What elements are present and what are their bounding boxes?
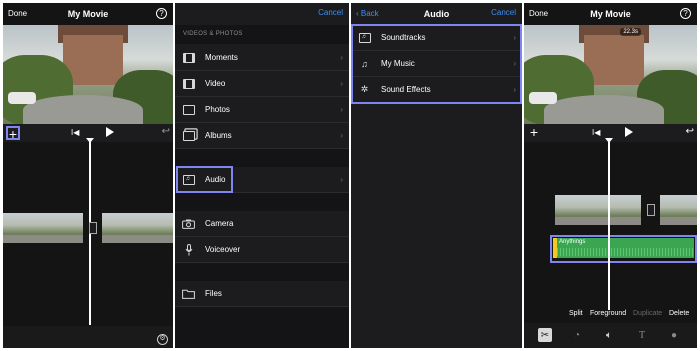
album-icon xyxy=(182,130,195,141)
audio-highlight xyxy=(176,166,233,193)
skip-to-start-icon[interactable]: I◀ xyxy=(592,128,600,137)
playhead[interactable] xyxy=(608,142,610,310)
chevron-right-icon: › xyxy=(340,53,343,62)
video-clip[interactable] xyxy=(555,195,641,225)
transition-icon[interactable] xyxy=(89,222,97,234)
transition-icon[interactable] xyxy=(647,204,655,216)
microphone-icon xyxy=(182,243,195,255)
duration-badge: 22.3s xyxy=(620,28,641,36)
audio-clip-highlight xyxy=(550,235,697,263)
item-label: Voiceover xyxy=(205,245,241,254)
video-clip[interactable] xyxy=(660,195,697,225)
audio-options-highlight xyxy=(351,24,522,104)
tool-bar: ✂ ◔ 🔈︎ T ● xyxy=(524,323,697,348)
video-clip[interactable] xyxy=(102,213,173,243)
done-button[interactable]: Done xyxy=(8,9,27,18)
play-icon[interactable] xyxy=(625,127,633,137)
nav-bar: Cancel xyxy=(175,3,349,25)
cancel-button[interactable]: Cancel xyxy=(318,8,343,17)
item-label: Camera xyxy=(205,219,234,228)
item-label: Files xyxy=(205,289,222,298)
video-preview: 22.3s xyxy=(524,25,697,124)
undo-icon[interactable]: ↩ xyxy=(162,126,170,137)
item-label: Moments xyxy=(205,53,238,62)
film-icon xyxy=(182,52,195,63)
list-item-video[interactable]: Video › xyxy=(175,71,349,97)
delete-button[interactable]: Delete xyxy=(669,310,689,317)
list-item-photos[interactable]: Photos › xyxy=(175,97,349,123)
foreground-button[interactable]: Foreground xyxy=(590,310,626,317)
folder-icon xyxy=(182,288,195,299)
back-button[interactable]: ‹ Back xyxy=(356,9,379,18)
nav-bar: Done My Movie ? xyxy=(524,3,697,25)
settings-gear-icon[interactable]: ⚙ xyxy=(157,334,168,345)
add-media-button[interactable]: + xyxy=(6,126,20,141)
title-icon[interactable]: T xyxy=(635,328,649,342)
chevron-right-icon: › xyxy=(340,131,343,140)
video-clip[interactable] xyxy=(3,213,83,243)
editor-panel-2: Done My Movie ? 22.3s + I◀ ↩ Anythings S… xyxy=(524,3,697,348)
skip-to-start-icon[interactable]: I◀ xyxy=(71,128,79,137)
video-preview xyxy=(3,25,173,124)
list-item-moments[interactable]: Moments › xyxy=(175,45,349,71)
item-label: Video xyxy=(205,79,226,88)
play-icon[interactable] xyxy=(106,127,114,137)
filter-icon[interactable]: ● xyxy=(667,328,681,342)
list-item-files[interactable]: Files xyxy=(175,281,349,307)
timeline[interactable]: ⚙ xyxy=(3,138,173,348)
chevron-right-icon: › xyxy=(340,79,343,88)
movie-title: My Movie xyxy=(590,9,631,19)
section-header: VIDEOS & PHOTOS xyxy=(183,31,243,37)
item-label: Albums xyxy=(205,131,232,140)
bottom-bar: ⚙ xyxy=(3,326,173,348)
speed-icon[interactable]: ◔ xyxy=(570,328,584,342)
done-button[interactable]: Done xyxy=(529,9,548,18)
undo-icon[interactable]: ↩ xyxy=(686,126,694,137)
item-label: Photos xyxy=(205,105,230,114)
chevron-right-icon: › xyxy=(340,175,343,184)
list-item-albums[interactable]: Albums › xyxy=(175,123,349,149)
help-icon[interactable]: ? xyxy=(156,8,167,19)
list-item-camera[interactable]: Camera xyxy=(175,211,349,237)
page-title: Audio xyxy=(423,9,450,19)
movie-title: My Movie xyxy=(67,9,109,19)
back-label: Back xyxy=(360,9,379,18)
scissors-icon[interactable]: ✂ xyxy=(538,328,552,342)
camera-icon xyxy=(182,218,195,229)
chevron-right-icon: › xyxy=(340,105,343,114)
photo-icon xyxy=(182,104,195,115)
add-media-button[interactable]: + xyxy=(527,125,541,140)
cancel-button[interactable]: Cancel xyxy=(491,8,516,17)
list-item-voiceover[interactable]: Voiceover xyxy=(175,237,349,263)
volume-icon[interactable]: 🔈︎ xyxy=(602,328,616,342)
nav-bar: ‹ Back Audio Cancel xyxy=(351,3,522,25)
audio-browser-panel: ‹ Back Audio Cancel ♬ Soundtracks › ♫ My… xyxy=(351,3,522,348)
nav-bar: Done My Movie ? xyxy=(3,3,173,25)
clip-actions: Split Foreground Duplicate Delete xyxy=(524,310,697,322)
film-icon xyxy=(182,78,195,89)
split-button[interactable]: Split xyxy=(569,310,583,317)
editor-panel-1: Done My Movie ? + I◀ ↩ ⚙ xyxy=(3,3,173,348)
media-browser-panel: Cancel VIDEOS & PHOTOS Moments › Video ›… xyxy=(175,3,349,348)
duplicate-button[interactable]: Duplicate xyxy=(633,310,662,317)
help-icon[interactable]: ? xyxy=(680,8,691,19)
